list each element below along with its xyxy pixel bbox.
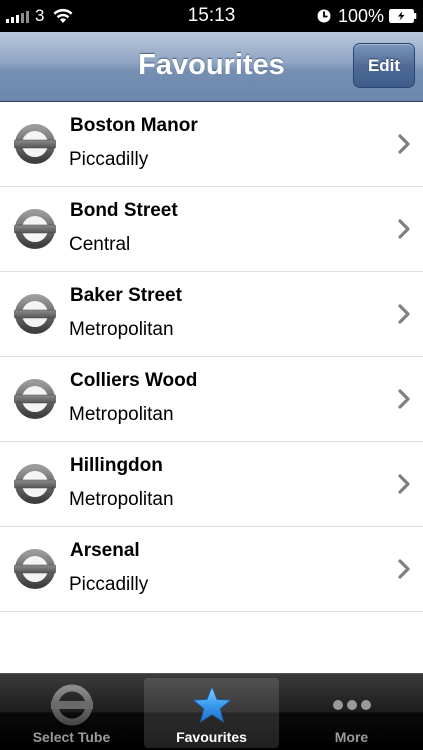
line-name: Metropolitan: [69, 489, 174, 510]
chevron-right-icon: [398, 559, 410, 579]
orientation-lock-icon: [316, 8, 332, 24]
star-icon: [144, 682, 279, 728]
tube-roundel-icon: [14, 377, 56, 421]
tab-bar: Select Tube Favourites More: [0, 673, 423, 750]
station-name: Hillingdon: [70, 455, 163, 476]
station-name: Boston Manor: [70, 115, 198, 136]
tab-label-select-tube: Select Tube: [32, 729, 111, 745]
tab-favourites[interactable]: Favourites: [144, 678, 279, 748]
chevron-right-icon: [398, 219, 410, 239]
tube-roundel-icon: [14, 462, 56, 506]
status-bar: 3 15:13 100%: [0, 0, 423, 32]
tube-roundel-icon: [4, 682, 139, 728]
tab-select-tube[interactable]: Select Tube: [4, 678, 139, 748]
chevron-right-icon: [398, 304, 410, 324]
favourite-row[interactable]: Baker Street Metropolitan: [0, 272, 423, 357]
battery-charging-icon: [389, 9, 417, 23]
navigation-bar: Favourites Edit: [0, 32, 423, 102]
line-name: Piccadilly: [69, 149, 149, 170]
station-name: Bond Street: [70, 200, 178, 221]
tube-roundel-icon: [14, 292, 56, 336]
favourite-row[interactable]: Bond Street Central: [0, 187, 423, 272]
station-name: Arsenal: [70, 540, 140, 561]
line-name: Central: [69, 234, 131, 255]
tube-roundel-icon: [14, 207, 56, 251]
favourites-list: Boston Manor Piccadilly Bond Street Central…: [0, 102, 423, 612]
tube-roundel-icon: [14, 547, 56, 591]
line-name: Metropolitan: [69, 319, 174, 340]
tab-label-more: More: [334, 729, 369, 745]
tab-more[interactable]: More: [284, 678, 419, 748]
battery-percentage: 100%: [337, 5, 384, 26]
chevron-right-icon: [398, 474, 410, 494]
favourite-row[interactable]: Boston Manor Piccadilly: [0, 102, 423, 187]
tube-roundel-icon: [14, 122, 56, 166]
line-name: Metropolitan: [69, 404, 174, 425]
line-name: Piccadilly: [69, 574, 149, 595]
edit-button[interactable]: Edit: [353, 43, 415, 88]
chevron-right-icon: [398, 389, 410, 409]
status-right: 100%: [316, 0, 417, 32]
station-name: Colliers Wood: [70, 370, 198, 391]
tab-label-favourites: Favourites: [176, 729, 247, 745]
chevron-right-icon: [398, 134, 410, 154]
station-name: Baker Street: [70, 285, 182, 306]
favourite-row[interactable]: Hillingdon Metropolitan: [0, 442, 423, 527]
more-dots-icon: [284, 682, 419, 728]
favourite-row[interactable]: Colliers Wood Metropolitan: [0, 357, 423, 442]
favourite-row[interactable]: Arsenal Piccadilly: [0, 527, 423, 612]
